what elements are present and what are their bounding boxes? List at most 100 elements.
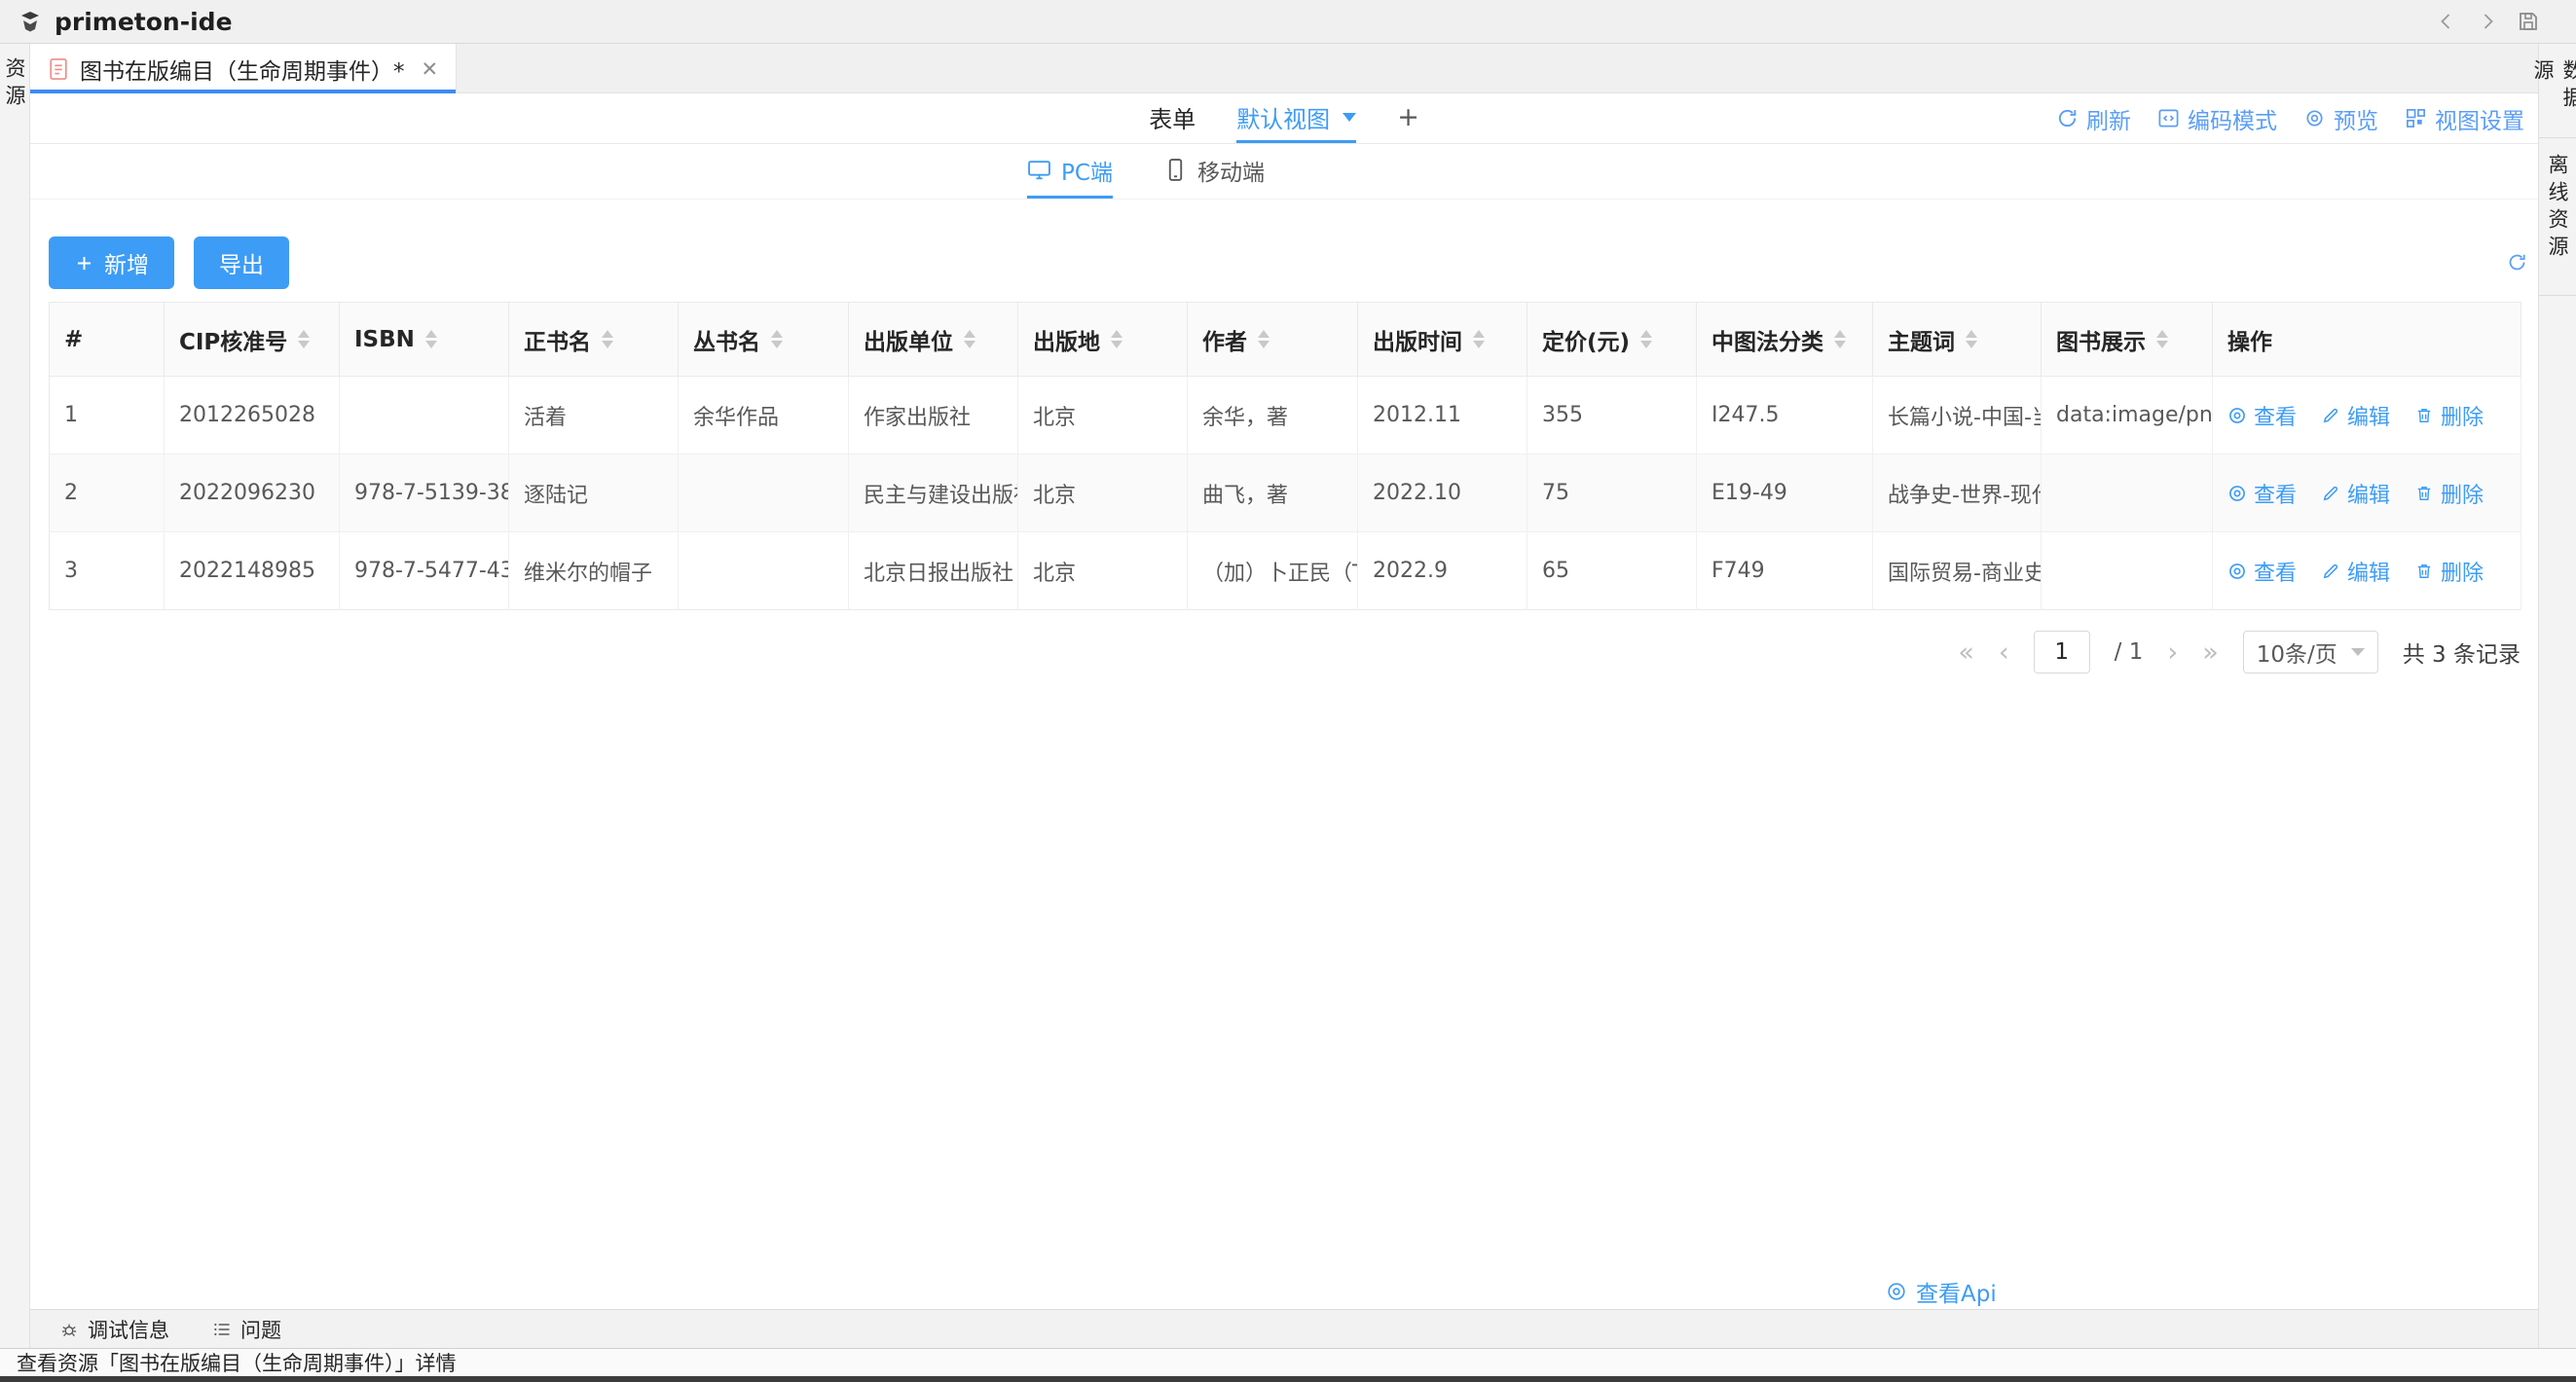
- sort-icon[interactable]: [1473, 330, 1485, 348]
- cell-series: [679, 532, 849, 610]
- tab-default-view[interactable]: 默认视图: [1236, 93, 1356, 143]
- sort-icon[interactable]: [1834, 330, 1846, 348]
- sort-icon[interactable]: [1640, 330, 1652, 348]
- tab-mobile[interactable]: 移动端: [1163, 144, 1265, 199]
- tab-mobile-label: 移动端: [1197, 154, 1265, 187]
- cell-place: 北京: [1018, 377, 1188, 455]
- column-header-pub_date[interactable]: 出版时间: [1358, 303, 1527, 377]
- debug-info-button[interactable]: 调试信息: [59, 1315, 169, 1344]
- export-button[interactable]: 导出: [194, 236, 289, 289]
- cell-author: 余华，著: [1188, 377, 1358, 455]
- column-header-author[interactable]: 作者: [1188, 303, 1358, 377]
- history-back-icon[interactable]: [2434, 9, 2459, 34]
- column-header-series[interactable]: 丛书名: [679, 303, 849, 377]
- workspace: 资源 图书在版编目（生命周期事件）* ✕ 表单: [0, 44, 2576, 1348]
- row-view-button-label: 查看: [2254, 556, 2297, 587]
- cell-value: 3: [64, 559, 78, 583]
- row-edit-button[interactable]: 编辑: [2321, 400, 2390, 431]
- column-header-subject[interactable]: 主题词: [1873, 303, 2042, 377]
- row-view-button[interactable]: 查看: [2227, 556, 2297, 587]
- cell-value: 2022.10: [1373, 481, 1461, 505]
- page-number-input[interactable]: 1: [2034, 631, 2090, 673]
- view-tabs-row: 表单 默认视图 + 刷新: [30, 93, 2538, 144]
- problems-label: 问题: [240, 1315, 281, 1344]
- cell-ops: 查看编辑删除: [2213, 377, 2521, 455]
- bottom-panel-bar: 调试信息 问题: [30, 1309, 2538, 1348]
- cell-ops: 查看编辑删除: [2213, 532, 2521, 610]
- column-header-isbn[interactable]: ISBN: [340, 303, 509, 377]
- code-mode-button[interactable]: 编码模式: [2157, 102, 2277, 135]
- prev-page-button[interactable]: ‹: [1999, 639, 2009, 666]
- row-delete-button[interactable]: 删除: [2414, 478, 2484, 509]
- cell-value: 长篇小说-中国-当代: [1888, 406, 2042, 430]
- column-label: 图书展示: [2056, 323, 2146, 356]
- sort-icon[interactable]: [771, 330, 783, 348]
- close-icon[interactable]: ✕: [422, 57, 439, 81]
- table-refresh-icon[interactable]: [2507, 252, 2527, 273]
- column-header-place[interactable]: 出版地: [1018, 303, 1188, 377]
- file-tab-active[interactable]: 图书在版编目（生命周期事件）* ✕: [30, 44, 457, 93]
- cell-value: I247.5: [1711, 403, 1779, 427]
- cell-value: 2012265028: [179, 403, 315, 427]
- row-view-button[interactable]: 查看: [2227, 478, 2297, 509]
- column-header-image[interactable]: 图书展示: [2042, 303, 2213, 377]
- preview-label: 预览: [2334, 102, 2378, 135]
- cell-clc: E19-49: [1697, 455, 1873, 532]
- sort-icon[interactable]: [425, 330, 437, 348]
- column-header-clc[interactable]: 中图法分类: [1697, 303, 1873, 377]
- tab-form[interactable]: 表单: [1149, 93, 1196, 143]
- refresh-label: 刷新: [2086, 102, 2131, 135]
- offline-resources-rail-tab[interactable]: 离线资源: [2543, 154, 2572, 279]
- cell-pub_date: 2022.9: [1358, 532, 1527, 610]
- first-page-button[interactable]: «: [1958, 639, 1974, 666]
- view-api-link[interactable]: 查看Api: [1886, 1275, 1997, 1308]
- list-icon: [212, 1320, 232, 1339]
- cell-pub_date: 2012.11: [1358, 377, 1527, 455]
- sort-icon[interactable]: [964, 330, 975, 348]
- cell-ops: 查看编辑删除: [2213, 455, 2521, 532]
- column-label: 作者: [1202, 323, 1247, 356]
- refresh-icon: [2056, 107, 2079, 129]
- preview-button[interactable]: 预览: [2303, 102, 2378, 135]
- problems-button[interactable]: 问题: [212, 1315, 281, 1344]
- chevron-down-icon[interactable]: [1343, 113, 1356, 122]
- page-canvas: 新增 导出 #CIP核准号ISBN正书名丛书名出版单位出版地作者出版时间定价(元…: [30, 200, 2538, 1309]
- page-count-label: / 1: [2115, 639, 2144, 665]
- refresh-button[interactable]: 刷新: [2056, 102, 2131, 135]
- sort-icon[interactable]: [298, 330, 310, 348]
- page-size-select[interactable]: 10条/页: [2243, 631, 2378, 673]
- sort-icon[interactable]: [1111, 330, 1122, 348]
- row-view-button[interactable]: 查看: [2227, 400, 2297, 431]
- app-logo-icon: [18, 9, 43, 34]
- row-edit-button[interactable]: 编辑: [2321, 556, 2390, 587]
- column-label: 主题词: [1888, 323, 1955, 356]
- column-header-cip[interactable]: CIP核准号: [165, 303, 340, 377]
- column-header-title[interactable]: 正书名: [509, 303, 679, 377]
- save-icon[interactable]: [2516, 9, 2541, 34]
- column-header-publisher[interactable]: 出版单位: [849, 303, 1018, 377]
- pencil-icon: [2321, 406, 2340, 425]
- last-page-button[interactable]: »: [2202, 639, 2219, 666]
- resources-rail-tab[interactable]: 资源: [0, 57, 29, 112]
- sort-icon[interactable]: [2156, 330, 2168, 348]
- row-delete-button[interactable]: 删除: [2414, 556, 2484, 587]
- cell-idx: 1: [50, 377, 165, 455]
- cell-image: [2042, 455, 2213, 532]
- cell-value: 2: [64, 481, 78, 505]
- sort-icon[interactable]: [1258, 330, 1270, 348]
- row-edit-button[interactable]: 编辑: [2321, 478, 2390, 509]
- add-button[interactable]: 新增: [49, 236, 174, 289]
- table-header: #CIP核准号ISBN正书名丛书名出版单位出版地作者出版时间定价(元)中图法分类…: [50, 303, 2521, 377]
- add-view-button[interactable]: +: [1397, 93, 1419, 143]
- tab-pc[interactable]: PC端: [1027, 144, 1113, 199]
- sort-icon[interactable]: [1966, 330, 1977, 348]
- sort-icon[interactable]: [602, 330, 613, 348]
- cell-place: 北京: [1018, 532, 1188, 610]
- cell-title: 维米尔的帽子: [509, 532, 679, 610]
- row-delete-button[interactable]: 删除: [2414, 400, 2484, 431]
- column-header-price[interactable]: 定价(元): [1527, 303, 1697, 377]
- next-page-button[interactable]: ›: [2167, 639, 2178, 666]
- file-tab-title: 图书在版编目（生命周期事件）*: [80, 53, 405, 86]
- history-forward-icon[interactable]: [2475, 9, 2500, 34]
- view-settings-button[interactable]: 视图设置: [2405, 102, 2524, 135]
